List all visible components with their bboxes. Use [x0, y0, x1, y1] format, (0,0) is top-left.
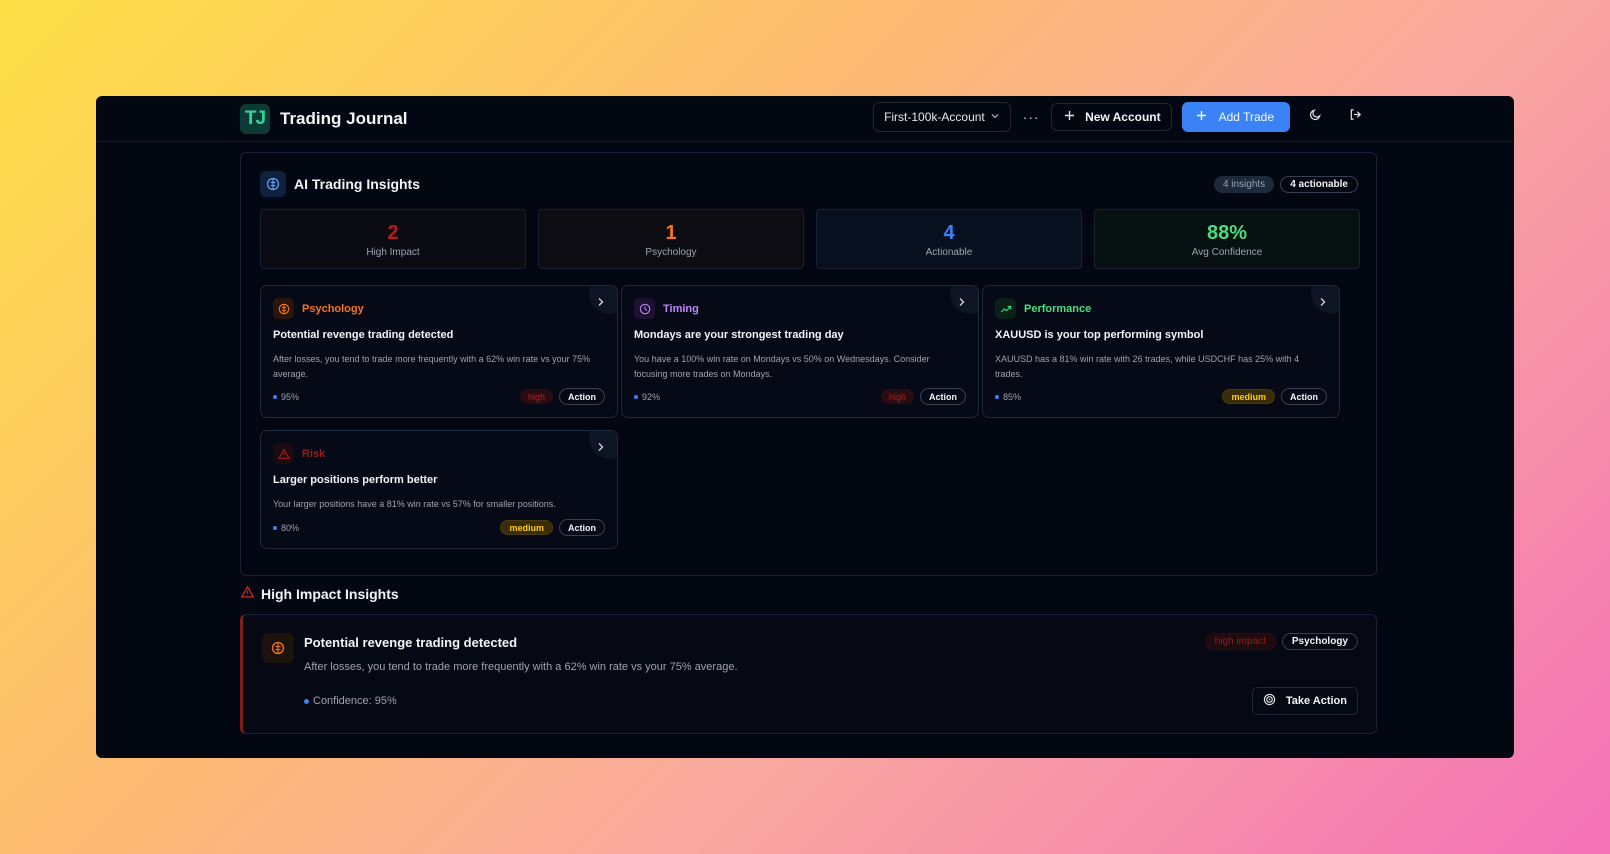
stat-value: 88%	[1206, 221, 1248, 244]
chevron-down-icon	[990, 110, 1000, 124]
stat-value: 2	[387, 221, 399, 244]
account-select[interactable]: First-100k-Account	[873, 102, 1012, 132]
card-confidence: 95%	[273, 392, 520, 402]
high-impact-title: High Impact Insights	[261, 585, 399, 602]
card-title: Mondays are your strongest trading day	[634, 329, 844, 341]
take-action-label: Take Action	[1285, 695, 1347, 707]
impact-badge: high impact	[1204, 633, 1276, 650]
insights-count-badge: 4 insights	[1213, 176, 1275, 193]
action-button[interactable]: Action	[920, 388, 966, 405]
action-button[interactable]: Action	[1281, 388, 1327, 405]
stat-actionable: 4 Actionable	[816, 209, 1082, 269]
severity-badge: high	[880, 389, 914, 404]
clock-icon	[634, 298, 655, 319]
actionable-count-badge: 4 actionable	[1280, 176, 1358, 193]
card-confidence: 92%	[634, 392, 881, 402]
insight-description: After losses, you tend to trade more fre…	[304, 661, 738, 673]
add-trade-button[interactable]: Add Trade	[1181, 102, 1290, 132]
trending-up-icon	[995, 298, 1016, 319]
new-account-button[interactable]: New Account	[1051, 103, 1172, 131]
new-account-label: New Account	[1085, 110, 1161, 124]
card-confidence: 80%	[273, 523, 500, 533]
insight-card-performance[interactable]: Performance XAUUSD is your top performin…	[982, 285, 1340, 418]
take-action-button[interactable]: Take Action	[1251, 687, 1358, 715]
card-category: Timing	[663, 302, 699, 315]
chevron-right-icon[interactable]	[1319, 296, 1327, 310]
high-impact-insight-card: Potential revenge trading detected After…	[240, 614, 1377, 734]
card-category: Psychology	[302, 302, 364, 315]
card-title: XAUUSD is your top performing symbol	[995, 329, 1204, 341]
stat-high-impact: 2 High Impact	[260, 209, 526, 269]
card-title: Larger positions perform better	[273, 474, 438, 486]
stat-value: 4	[943, 221, 955, 244]
card-category: Performance	[1024, 302, 1092, 315]
more-options-button[interactable]: ···	[1021, 109, 1041, 125]
insight-card-risk[interactable]: Risk Larger positions perform better You…	[260, 430, 618, 549]
stat-label: Actionable	[925, 246, 973, 258]
brain-icon	[262, 633, 294, 663]
top-bar: TJ Trading Journal First-100k-Account ··…	[96, 96, 1514, 142]
account-select-value: First-100k-Account	[884, 110, 985, 124]
plus-icon	[1064, 110, 1075, 124]
logout-icon	[1349, 108, 1362, 126]
action-button[interactable]: Action	[559, 388, 605, 405]
category-badge: Psychology	[1281, 633, 1358, 650]
severity-badge: high	[519, 389, 553, 404]
card-description: XAUUSD has a 81% win rate with 26 trades…	[995, 354, 1300, 379]
add-trade-label: Add Trade	[1218, 110, 1274, 124]
theme-toggle-button[interactable]	[1300, 102, 1330, 132]
logout-button[interactable]	[1340, 102, 1370, 132]
stat-avg-confidence: 88% Avg Confidence	[1094, 209, 1360, 269]
severity-badge: medium	[1222, 389, 1275, 404]
plus-icon	[1196, 110, 1207, 124]
insight-confidence: Confidence: 95%	[304, 695, 397, 707]
insight-card-timing[interactable]: Timing Mondays are your strongest tradin…	[621, 285, 979, 418]
card-category: Risk	[302, 447, 326, 460]
moon-icon	[1309, 108, 1322, 126]
chevron-right-icon[interactable]	[597, 441, 605, 455]
stat-label: High Impact	[366, 246, 420, 258]
card-description: You have a 100% win rate on Mondays vs 5…	[634, 354, 930, 379]
card-title: Potential revenge trading detected	[273, 329, 454, 341]
app-title: Trading Journal	[280, 108, 408, 128]
target-icon	[1263, 693, 1276, 709]
ai-insights-panel: AI Trading Insights 4 insights 4 actiona…	[240, 152, 1377, 576]
card-confidence: 85%	[995, 392, 1222, 402]
stat-value: 1	[665, 221, 677, 244]
stat-psychology: 1 Psychology	[538, 209, 804, 269]
action-button[interactable]: Action	[559, 519, 605, 536]
app-window: TJ Trading Journal First-100k-Account ··…	[96, 96, 1514, 758]
card-description: After losses, you tend to trade more fre…	[273, 354, 591, 379]
card-description: Your larger positions have a 81% win rat…	[273, 499, 556, 509]
insight-title: Potential revenge trading detected	[304, 635, 518, 650]
stat-label: Psychology	[645, 246, 697, 258]
warning-icon	[240, 585, 255, 602]
chevron-right-icon[interactable]	[958, 296, 966, 310]
high-impact-heading: High Impact Insights	[240, 585, 399, 602]
insight-card-psychology[interactable]: Psychology Potential revenge trading det…	[260, 285, 618, 418]
brain-icon	[273, 298, 294, 319]
brain-icon	[260, 171, 286, 197]
warning-icon	[273, 443, 294, 464]
panel-title: AI Trading Insights	[294, 176, 421, 192]
stat-label: Avg Confidence	[1191, 246, 1263, 258]
severity-badge: medium	[500, 520, 553, 535]
chevron-right-icon[interactable]	[597, 296, 605, 310]
app-logo: TJ	[240, 103, 270, 134]
